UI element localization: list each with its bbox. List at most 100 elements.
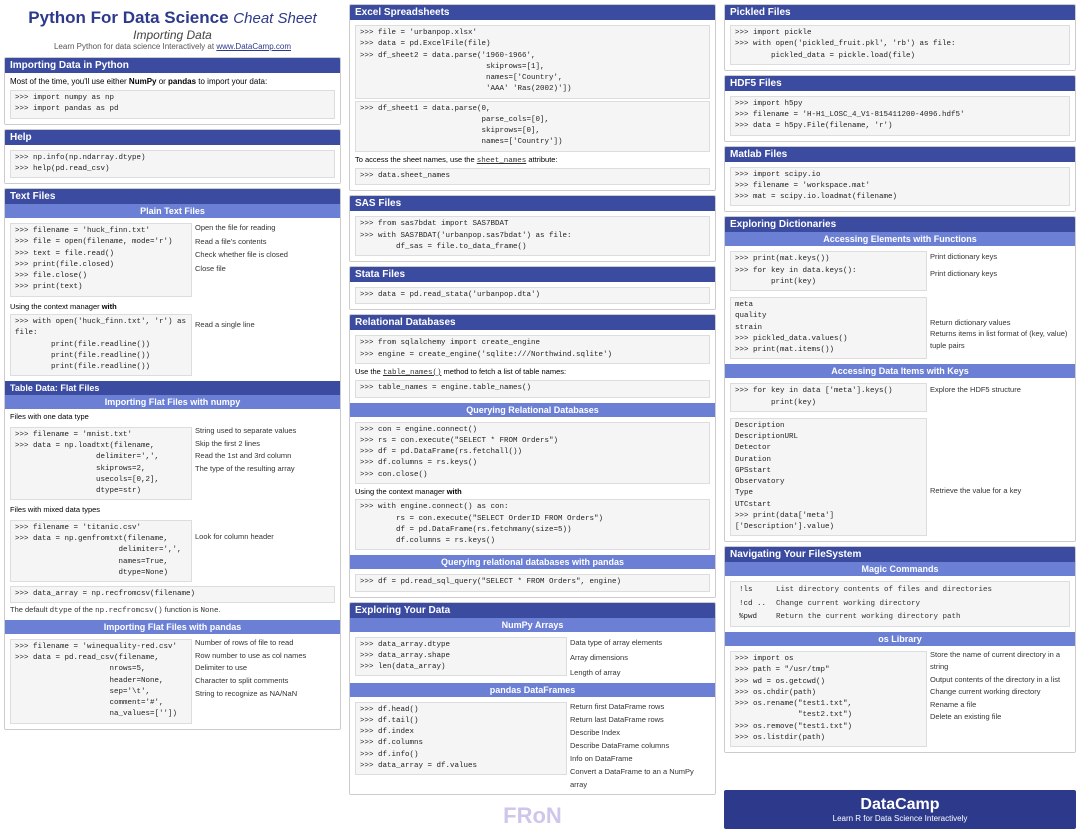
exploring-section: Exploring Your Data NumPy Arrays >>> dat… — [349, 602, 716, 796]
dict-values-notes: Return dictionary values Returns items i… — [930, 295, 1070, 361]
footer: DataCamp Learn R for Data Science Intera… — [724, 790, 1076, 829]
help-header: Help — [5, 130, 340, 145]
excel-body: >>> file = 'urbanpop.xlsx' >>> data = pd… — [350, 20, 715, 190]
access-keys-body: >>> for key in data ['meta'].keys() prin… — [725, 378, 1075, 541]
importing-python-code: >>> import numpy as np >>> import pandas… — [10, 90, 335, 119]
one-dtype-label: Files with one data type — [10, 412, 335, 423]
footer-brand: DataCamp — [730, 796, 1070, 814]
header-link: Learn Python for data science Interactiv… — [4, 42, 341, 51]
reldb-header: Relational Databases — [350, 315, 715, 330]
sheet-names-text: To access the sheet names, use the sheet… — [355, 155, 710, 167]
pickled-body: >>> import pickle >>> with open('pickled… — [725, 20, 1075, 70]
pandas-df-body: >>> df.head() >>> df.tail() >>> df.index… — [350, 697, 715, 795]
pandas-flat-subheader: Importing Flat Files with pandas — [5, 620, 340, 634]
matlab-code: >>> import scipy.io >>> filename = 'work… — [730, 167, 1070, 207]
plain-text-body: >>> filename = 'huck_finn.txt' >>> file … — [5, 218, 340, 381]
help-code: >>> np.info(np.ndarray.dtype) >>> help(p… — [10, 150, 335, 179]
access-functions-code: >>> print(mat.keys()) >>> for key in dat… — [730, 251, 927, 291]
numpy-arrays-body: >>> data_array.dtype >>> data_array.shap… — [350, 632, 715, 683]
filesystem-section: Navigating Your FileSystem Magic Command… — [724, 546, 1076, 753]
sas-code: >>> from sas7bdat import SAS7BDAT >>> wi… — [355, 216, 710, 256]
excel-code2: >>> df_sheet1 = data.parse(0, parse_cols… — [355, 101, 710, 152]
text-files-header: Text Files — [5, 189, 340, 204]
context-note: Read a single line — [195, 312, 335, 378]
header-url[interactable]: www.DataCamp.com — [216, 42, 291, 51]
pandas-querying-subheader: Querying relational databases with panda… — [350, 555, 715, 569]
reldb-code2: >>> table_names = engine.table_names() — [355, 380, 710, 397]
stata-code: >>> data = pd.read_stata('urbanpop.dta') — [355, 287, 710, 304]
querying-subheader: Querying Relational Databases — [350, 403, 715, 417]
pandas-flat-body: >>> filename = 'winequality-red.csv' >>>… — [5, 634, 340, 729]
title-bold: Python For Data Science — [28, 8, 228, 27]
magic-commands-subheader: Magic Commands — [725, 562, 1075, 576]
sas-section: SAS Files >>> from sas7bdat import SAS7B… — [349, 195, 716, 262]
recfromcsv-note: The default dtype of the np.recfromcsv()… — [10, 605, 335, 617]
plain-text-notes: Open the file for reading Read a file's … — [195, 221, 335, 299]
excel-section: Excel Spreadsheets >>> file = 'urbanpop.… — [349, 4, 716, 191]
access-functions-body: >>> print(mat.keys()) >>> for key in dat… — [725, 246, 1075, 364]
help-body: >>> np.info(np.ndarray.dtype) >>> help(p… — [5, 145, 340, 184]
pandas-df-subheader: pandas DataFrames — [350, 683, 715, 697]
help-section: Help >>> np.info(np.ndarray.dtype) >>> h… — [4, 129, 341, 185]
title-italic: Cheat Sheet — [233, 10, 316, 27]
pandas-querying-code: >>> df = pd.read_sql_query("SELECT * FRO… — [355, 574, 710, 591]
watermark-text: FRoN — [349, 803, 716, 829]
text-files-section: Text Files Plain Text Files >>> filename… — [4, 188, 341, 730]
reldb-body: >>> from sqlalchemy import create_engine… — [350, 330, 715, 402]
stata-header: Stata Files — [350, 267, 715, 282]
access-keys-note: Explore the HDF5 structure — [930, 381, 1070, 414]
os-library-notes: Store the name of current directory in a… — [930, 649, 1070, 749]
excel-code3: >>> data.sheet_names — [355, 168, 710, 185]
stata-body: >>> data = pd.read_stata('urbanpop.dta') — [350, 282, 715, 309]
numpy-flat-subheader: Importing Flat Files with numpy — [5, 395, 340, 409]
mixed-dtype-label: Files with mixed data types — [10, 505, 335, 516]
sas-body: >>> from sas7bdat import SAS7BDAT >>> wi… — [350, 211, 715, 261]
hdf5-code: >>> import h5py >>> filename = 'H-H1_LOS… — [730, 96, 1070, 136]
access-functions-notes: Print dictionary keys Print dictionary k… — [930, 249, 1070, 293]
keys-list-note: Retrieve the value for a key — [930, 416, 1070, 539]
reldb-code1: >>> from sqlalchemy import create_engine… — [355, 335, 710, 364]
pandas-df-notes: Return first DataFrame rows Return last … — [570, 700, 710, 792]
flat-files-body: Files with one data type >>> filename = … — [5, 409, 340, 620]
importing-python-body: Most of the time, you'll use either NumP… — [5, 73, 340, 124]
matlab-section: Matlab Files >>> import scipy.io >>> fil… — [724, 146, 1076, 213]
magic-row-pwd: %pwd Return the current working director… — [735, 611, 1065, 624]
numpy-arrays-subheader: NumPy Arrays — [350, 618, 715, 632]
excel-code1: >>> file = 'urbanpop.xlsx' >>> data = pd… — [355, 25, 710, 99]
excel-header: Excel Spreadsheets — [350, 5, 715, 20]
header: Python For Data Science Cheat Sheet Impo… — [4, 4, 341, 53]
context-manager-label: Using the context manager with — [355, 487, 710, 498]
importing-python-header: Importing Data in Python — [5, 58, 340, 73]
os-library-subheader: os Library — [725, 632, 1075, 646]
exploring-header: Exploring Your Data — [350, 603, 715, 618]
os-library-code: >>> import os >>> path = "/usr/tmp" >>> … — [730, 651, 927, 747]
mixed-dtype-code: >>> filename = 'titanic.csv' >>> data = … — [10, 520, 192, 582]
stata-section: Stata Files >>> data = pd.read_stata('ur… — [349, 266, 716, 310]
mixed-dtype-note: Look for column header — [195, 518, 335, 584]
exploring-dicts-header: Exploring Dictionaries — [725, 217, 1075, 232]
dict-values-code: meta quality strain >>> pickled_data.val… — [730, 297, 927, 359]
flat-files-header: Table Data: Flat Files — [5, 381, 340, 395]
access-keys-code: >>> for key in data ['meta'].keys() prin… — [730, 383, 927, 412]
pandas-flat-code: >>> filename = 'winequality-red.csv' >>>… — [10, 639, 192, 724]
magic-row-ls: !ls List directory contents of files and… — [735, 584, 1065, 597]
reldb-section: Relational Databases >>> from sqlalchemy… — [349, 314, 716, 597]
magic-commands-body: !ls List directory contents of files and… — [725, 576, 1075, 632]
magic-commands-code: !ls List directory contents of files and… — [730, 581, 1070, 627]
plain-text-code: >>> filename = 'huck_finn.txt' >>> file … — [10, 221, 192, 299]
hdf5-section: HDF5 Files >>> import h5py >>> filename … — [724, 75, 1076, 142]
os-library-body: >>> import os >>> path = "/usr/tmp" >>> … — [725, 646, 1075, 752]
access-functions-subheader: Accessing Elements with Functions — [725, 232, 1075, 246]
header-title: Python For Data Science Cheat Sheet — [4, 8, 341, 28]
footer-subtitle: Learn R for Data Science Interactively — [730, 814, 1070, 823]
header-subtitle: Importing Data — [4, 28, 341, 42]
matlab-header: Matlab Files — [725, 147, 1075, 162]
context-manager-code: >>> with engine.connect() as con: rs = c… — [355, 499, 710, 550]
querying-code: >>> con = engine.connect() >>> rs = con.… — [355, 422, 710, 484]
importing-python-text: Most of the time, you'll use either NumP… — [10, 76, 335, 87]
one-dtype-notes: String used to separate values Skip the … — [195, 425, 335, 503]
filesystem-header: Navigating Your FileSystem — [725, 547, 1075, 562]
keys-list-code: Description DescriptionURL Detector Dura… — [730, 418, 927, 537]
pickled-code: >>> import pickle >>> with open('pickled… — [730, 25, 1070, 65]
plain-text-subheader: Plain Text Files — [5, 204, 340, 218]
